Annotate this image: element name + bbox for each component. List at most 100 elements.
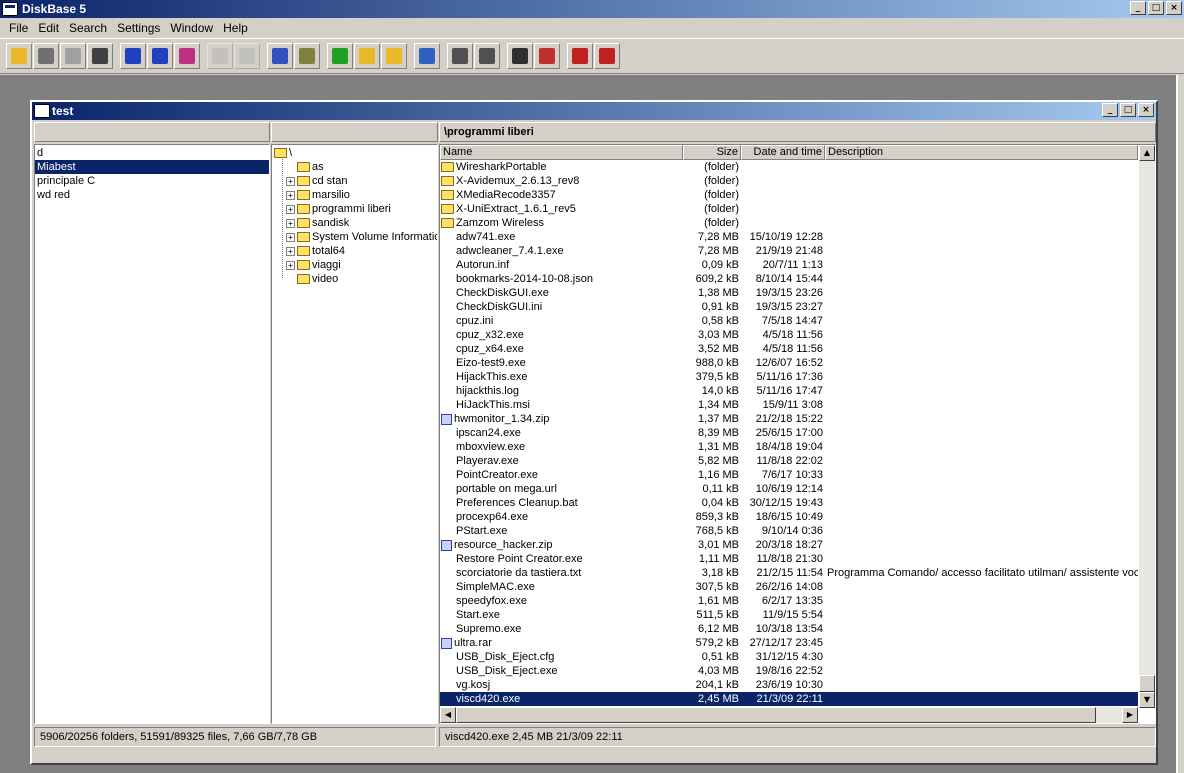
tree-item[interactable]: + cd stan	[286, 174, 347, 188]
print-button[interactable]	[33, 43, 59, 69]
folder-open-button[interactable]	[381, 43, 407, 69]
file-row[interactable]: USB_Disk_Eject.exe 4,03 MB 19/8/16 22:52	[440, 664, 1138, 678]
file-row[interactable]: Preferences Cleanup.bat 0,04 kB 30/12/15 1…	[440, 496, 1138, 510]
scroll-down-button[interactable]: ▼	[1139, 692, 1155, 708]
scroll-up-button[interactable]: ▲	[1139, 145, 1155, 161]
menu-window[interactable]: Window	[165, 21, 218, 35]
menu-help[interactable]: Help	[218, 21, 253, 35]
file-row[interactable]: vg.kosj 204,1 kB 23/6/19 10:30	[440, 678, 1138, 692]
open-folder-button[interactable]	[6, 43, 32, 69]
tree-item[interactable]: + sandisk	[286, 216, 349, 230]
vertical-scroll-thumb[interactable]	[1139, 675, 1155, 692]
folder-up-button[interactable]	[354, 43, 380, 69]
file-row[interactable]: Eizo-test9.exe 988,0 kB 12/6/07 16:52	[440, 356, 1138, 370]
file-row[interactable]: bookmarks-2014-10-08.json 609,2 kB 8/10/14…	[440, 272, 1138, 286]
file-row[interactable]: SimpleMAC.exe 307,5 kB 26/2/16 14:08	[440, 580, 1138, 594]
file-row[interactable]: Playerav.exe 5,82 MB 11/8/18 22:02	[440, 454, 1138, 468]
tree-item[interactable]: as	[286, 160, 324, 174]
copy-button[interactable]	[207, 43, 233, 69]
file-row[interactable]: Restore Point Creator.exe 1,11 MB 11/8/18 …	[440, 552, 1138, 566]
properties-button[interactable]	[267, 43, 293, 69]
expand-icon[interactable]: +	[286, 190, 295, 200]
file-row[interactable]: ipscan24.exe 8,39 MB 25/6/15 17:00	[440, 426, 1138, 440]
unselect-button[interactable]	[534, 43, 560, 69]
drive-item[interactable]: Miabest	[35, 160, 269, 174]
scan-button[interactable]	[120, 43, 146, 69]
drive-item[interactable]: d	[35, 146, 269, 160]
file-row[interactable]: procexp64.exe 859,3 kB 18/6/15 10:49	[440, 510, 1138, 524]
scroll-left-button[interactable]: ◀	[440, 707, 456, 723]
close-button[interactable]: ×	[1166, 1, 1182, 15]
file-row[interactable]: Supremo.exe 6,12 MB 10/3/18 13:54	[440, 622, 1138, 636]
catalog-button[interactable]	[60, 43, 86, 69]
expand-icon[interactable]: +	[286, 176, 295, 186]
tree-item[interactable]: video	[286, 272, 338, 286]
column-date[interactable]: Date and time	[741, 145, 825, 160]
expand-icon[interactable]: +	[286, 246, 295, 256]
tree-root[interactable]: \	[274, 146, 292, 160]
tree-item[interactable]: + total64	[286, 244, 345, 258]
tree-item[interactable]: + programmi liberi	[286, 202, 391, 216]
tree-item[interactable]: + viaggi	[286, 258, 341, 272]
file-row[interactable]: mboxview.exe 1,31 MB 18/4/18 19:04	[440, 440, 1138, 454]
file-row[interactable]: X-Avidemux_2.6.13_rev8 (folder)	[440, 174, 1138, 188]
menu-edit[interactable]: Edit	[33, 21, 64, 35]
scroll-right-button[interactable]: ▶	[1122, 707, 1138, 723]
file-row[interactable]: adwcleaner_7.4.1.exe 7,28 MB 21/9/19 21:48	[440, 244, 1138, 258]
file-row[interactable]: speedyfox.exe 1,61 MB 6/2/17 13:35	[440, 594, 1138, 608]
expand-icon[interactable]: +	[286, 218, 295, 228]
filter-button[interactable]	[174, 43, 200, 69]
view-split-button[interactable]	[447, 43, 473, 69]
tree-item[interactable]: + marsilio	[286, 188, 350, 202]
file-row[interactable]: Zamzom Wireless (folder)	[440, 216, 1138, 230]
child-minimize-button[interactable]: _	[1102, 103, 1118, 117]
file-row[interactable]: PointCreator.exe 1,16 MB 7/6/17 10:33	[440, 468, 1138, 482]
menu-file[interactable]: File	[4, 21, 33, 35]
file-row[interactable]: HijackThis.exe 379,5 kB 5/11/16 17:36	[440, 370, 1138, 384]
file-row[interactable]: PStart.exe 768,5 kB 9/10/14 0:36	[440, 524, 1138, 538]
horizontal-scrollbar[interactable]: ◀ ▶	[440, 707, 1138, 723]
select-all-button[interactable]	[507, 43, 533, 69]
drive-item[interactable]: wd red	[35, 188, 269, 202]
vertical-scrollbar[interactable]: ▲ ▼	[1139, 145, 1155, 708]
expand-icon[interactable]: +	[286, 260, 295, 270]
file-row[interactable]: ultra.rar 579,2 kB 27/12/17 23:45	[440, 636, 1138, 650]
menu-settings[interactable]: Settings	[112, 21, 165, 35]
file-row[interactable]: viscd420.exe 2,45 MB 21/3/09 22:11	[440, 692, 1138, 706]
file-row[interactable]: hwmonitor_1.34.zip 1,37 MB 21/2/18 15:22	[440, 412, 1138, 426]
file-row[interactable]: cpuz.ini 0,58 kB 7/5/18 14:47	[440, 314, 1138, 328]
find-button[interactable]	[294, 43, 320, 69]
import-button[interactable]	[594, 43, 620, 69]
file-row[interactable]: scorciatorie da tastiera.txt 3,18 kB 21/2/…	[440, 566, 1138, 580]
file-row[interactable]: HiJackThis.msi 1,34 MB 15/9/11 3:08	[440, 398, 1138, 412]
child-maximize-button[interactable]: □	[1120, 103, 1136, 117]
export-button[interactable]	[567, 43, 593, 69]
file-row[interactable]: hijackthis.log 14,0 kB 5/11/16 17:47	[440, 384, 1138, 398]
file-row[interactable]: cpuz_x64.exe 3,52 MB 4/5/18 11:56	[440, 342, 1138, 356]
update-button[interactable]	[147, 43, 173, 69]
file-row[interactable]: Start.exe 511,5 kB 11/9/15 5:54	[440, 608, 1138, 622]
file-row[interactable]: USB_Disk_Eject.cfg 0,51 kB 31/12/15 4:30	[440, 650, 1138, 664]
go-up-button[interactable]	[414, 43, 440, 69]
maximize-button[interactable]: □	[1148, 1, 1164, 15]
column-description[interactable]: Description	[825, 145, 1138, 160]
file-row[interactable]: Autorun.inf 0,09 kB 20/7/11 1:13	[440, 258, 1138, 272]
child-close-button[interactable]: ×	[1138, 103, 1154, 117]
minimize-button[interactable]: _	[1130, 1, 1146, 15]
file-row[interactable]: adw741.exe 7,28 MB 15/10/19 12:28	[440, 230, 1138, 244]
file-row[interactable]: resource_hacker.zip 3,01 MB 20/3/18 18:27	[440, 538, 1138, 552]
drive-item[interactable]: principale C	[35, 174, 269, 188]
column-name[interactable]: Name	[440, 145, 683, 160]
expand-icon[interactable]: +	[286, 204, 295, 214]
file-row[interactable]: CheckDiskGUI.ini 0,91 kB 19/3/15 23:27	[440, 300, 1138, 314]
expand-icon[interactable]: +	[286, 232, 295, 242]
view-list-button[interactable]	[474, 43, 500, 69]
menu-search[interactable]: Search	[64, 21, 112, 35]
file-row[interactable]: cpuz_x32.exe 3,03 MB 4/5/18 11:56	[440, 328, 1138, 342]
file-row[interactable]: CheckDiskGUI.exe 1,38 MB 19/3/15 23:26	[440, 286, 1138, 300]
file-row[interactable]: XMediaRecode3357 (folder)	[440, 188, 1138, 202]
column-size[interactable]: Size	[683, 145, 741, 160]
file-row[interactable]: X-UniExtract_1.6.1_rev5 (folder)	[440, 202, 1138, 216]
tree-button[interactable]	[327, 43, 353, 69]
tree-item[interactable]: + System Volume Information	[286, 230, 437, 244]
